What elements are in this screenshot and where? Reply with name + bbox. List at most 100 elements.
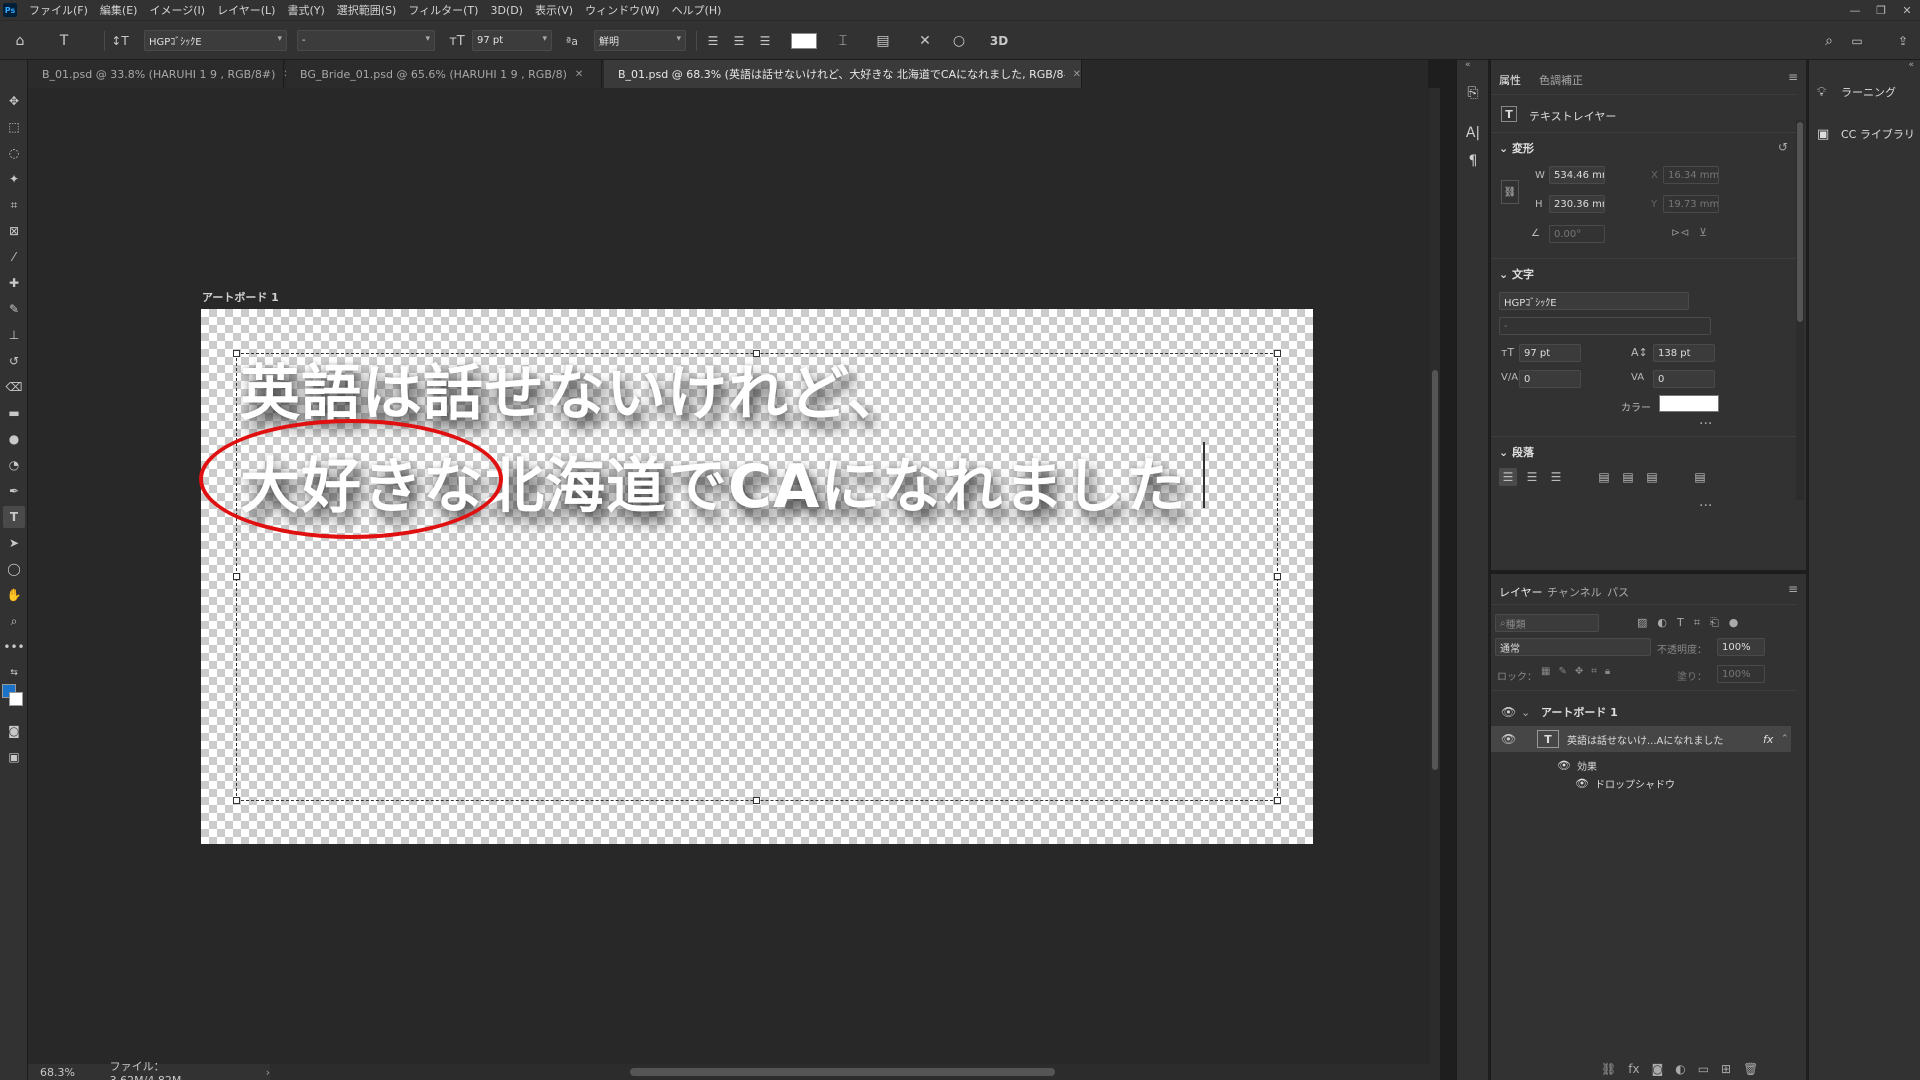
close-tab-icon[interactable]: ✕ xyxy=(1073,69,1081,80)
3d-button[interactable]: 3D xyxy=(986,29,1012,53)
more-options-icon[interactable]: ··· xyxy=(1699,498,1712,514)
filter-toggle-icon[interactable]: ● xyxy=(1729,616,1739,630)
stamp-tool-icon[interactable]: ⊥ xyxy=(3,324,25,346)
search-icon[interactable]: ⌕ xyxy=(1818,29,1840,53)
vertical-scroll-thumb[interactable] xyxy=(1432,370,1438,770)
menu-window[interactable]: ウィンドウ(W) xyxy=(579,2,665,18)
char-kerning-field[interactable]: 0 xyxy=(1519,370,1581,388)
add-mask-icon[interactable]: ◙ xyxy=(1652,1062,1664,1076)
horizontal-scroll-thumb[interactable] xyxy=(630,1068,1055,1076)
transform-handle[interactable] xyxy=(753,797,760,804)
fill-field[interactable]: 100% xyxy=(1717,665,1765,683)
smart-object-filter-icon[interactable]: ⎗ xyxy=(1710,616,1719,630)
artboard-label[interactable]: アートボード 1 xyxy=(202,289,279,305)
lock-all-icon[interactable]: 🔒︎ xyxy=(1605,666,1610,677)
transform-handle[interactable] xyxy=(1274,797,1281,804)
text-bounding-box[interactable] xyxy=(236,353,1278,801)
menu-3d[interactable]: 3D(D) xyxy=(484,4,529,17)
close-tab-icon[interactable]: ✕ xyxy=(575,69,583,80)
new-group-icon[interactable]: ▭ xyxy=(1698,1062,1709,1076)
gradient-tool-icon[interactable]: ▬ xyxy=(3,402,25,424)
character-section-header[interactable]: ⌄ 文字 xyxy=(1499,266,1534,282)
quick-mask-icon[interactable]: ◙ xyxy=(3,720,25,742)
character-panel-icon[interactable]: A| xyxy=(1462,122,1484,144)
char-style-select[interactable]: - xyxy=(1499,317,1711,335)
char-size-field[interactable]: 97 pt xyxy=(1519,344,1581,362)
trash-icon[interactable]: 🗑︎ xyxy=(1743,1062,1758,1076)
properties-scrollbar[interactable] xyxy=(1796,120,1804,500)
collapse-arrows-icon[interactable]: « xyxy=(1465,60,1471,70)
transform-handle[interactable] xyxy=(233,797,240,804)
transform-handle[interactable] xyxy=(753,350,760,357)
height-field[interactable]: 230.36 mm xyxy=(1549,195,1605,213)
eyedropper-tool-icon[interactable]: ⁄ xyxy=(3,246,25,268)
commit-icon[interactable]: ○ xyxy=(948,29,970,53)
menu-edit[interactable]: 編集(E) xyxy=(94,2,144,18)
flip-horizontal-icon[interactable]: ⊳⊲ xyxy=(1671,226,1689,239)
zoom-tool-icon[interactable]: ⌕ xyxy=(3,610,25,632)
history-brush-tool-icon[interactable]: ↺ xyxy=(3,350,25,372)
chevron-up-icon[interactable]: ⌃ xyxy=(1781,734,1789,744)
tab-document-1[interactable]: B_01.psd @ 33.8% (HARUHI 1 9 , RGB/8#)✕ xyxy=(28,60,292,88)
lasso-tool-icon[interactable]: ◌ xyxy=(3,142,25,164)
ellipse-tool-icon[interactable]: ◯ xyxy=(3,558,25,580)
adjustment-filter-icon[interactable]: ◐ xyxy=(1657,616,1667,630)
warp-text-icon[interactable]: ⌶ xyxy=(832,29,854,53)
lock-transparency-icon[interactable]: ▦ xyxy=(1541,666,1550,677)
paragraph-panel-icon[interactable]: ¶ xyxy=(1462,150,1484,172)
crop-tool-icon[interactable]: ⌗ xyxy=(3,194,25,216)
healing-brush-tool-icon[interactable]: ✚ xyxy=(3,272,25,294)
fx-badge[interactable]: fx xyxy=(1763,733,1773,746)
font-size-select[interactable]: 97 pt ▾ xyxy=(472,30,552,51)
tab-adjustments[interactable]: 色調補正 xyxy=(1539,72,1583,88)
minimize-icon[interactable]: — xyxy=(1842,0,1868,20)
para-align-right-icon[interactable]: ☰ xyxy=(1547,468,1565,486)
para-justify-center-icon[interactable]: ▤ xyxy=(1619,468,1637,486)
eraser-tool-icon[interactable]: ⌫ xyxy=(3,376,25,398)
blend-mode-select[interactable]: 通常 xyxy=(1495,638,1651,656)
para-justify-all-icon[interactable]: ▤ xyxy=(1691,468,1709,486)
menu-type[interactable]: 書式(Y) xyxy=(281,2,330,18)
tab-document-2[interactable]: BG_Bride_01.psd @ 65.6% (HARUHI 1 9 , RG… xyxy=(286,60,602,88)
close-window-icon[interactable]: ✕ xyxy=(1894,0,1920,20)
transform-handle[interactable] xyxy=(1274,350,1281,357)
y-field[interactable]: 19.73 mm xyxy=(1663,195,1719,213)
para-align-center-icon[interactable]: ☰ xyxy=(1523,468,1541,486)
frame-tool-icon[interactable]: ⊠ xyxy=(3,220,25,242)
x-field[interactable]: 16.34 mm xyxy=(1663,166,1719,184)
chevron-right-icon[interactable]: › xyxy=(266,1066,270,1079)
para-justify-right-icon[interactable]: ▤ xyxy=(1643,468,1661,486)
zoom-level[interactable]: 68.3% xyxy=(40,1066,100,1079)
background-color-swatch[interactable] xyxy=(9,692,23,706)
visibility-eye-icon[interactable]: 👁︎ xyxy=(1501,705,1516,719)
align-right-icon[interactable]: ☰ xyxy=(754,29,776,53)
antialias-select[interactable]: 鮮明 ▾ xyxy=(594,30,686,51)
layer-filter-select[interactable]: ⌕ 種類 xyxy=(1495,614,1599,632)
panel-menu-icon[interactable]: ≡ xyxy=(1788,70,1798,84)
menu-file[interactable]: ファイル(F) xyxy=(23,2,94,18)
pen-tool-icon[interactable]: ✒ xyxy=(3,480,25,502)
para-justify-left-icon[interactable]: ▤ xyxy=(1595,468,1613,486)
swap-colors-icon[interactable]: ⇆ xyxy=(3,662,25,684)
para-align-left-icon[interactable]: ☰ xyxy=(1499,468,1517,486)
visibility-eye-icon[interactable]: 👁︎ xyxy=(1575,777,1589,790)
menu-filter[interactable]: フィルター(T) xyxy=(402,2,484,18)
menu-help[interactable]: ヘルプ(H) xyxy=(666,2,728,18)
tab-properties[interactable]: 属性 xyxy=(1499,72,1521,88)
toggle-text-orientation-icon[interactable]: ↕T xyxy=(108,29,132,53)
type-tool-preset-icon[interactable]: T xyxy=(52,29,76,53)
tab-paths[interactable]: パス xyxy=(1607,584,1629,600)
visibility-eye-icon[interactable]: 👁︎ xyxy=(1501,732,1516,746)
character-panel-icon[interactable]: ▤ xyxy=(872,29,894,53)
path-selection-tool-icon[interactable]: ➤ xyxy=(3,532,25,554)
collapse-arrows-icon[interactable]: « xyxy=(1908,60,1914,70)
move-tool-icon[interactable]: ✥ xyxy=(3,90,25,112)
magic-wand-tool-icon[interactable]: ✦ xyxy=(3,168,25,190)
more-options-icon[interactable]: ··· xyxy=(1699,416,1712,432)
more-tools-icon[interactable]: ••• xyxy=(3,636,25,658)
screen-mode-icon[interactable]: ▣ xyxy=(3,746,25,768)
marquee-tool-icon[interactable]: ⬚ xyxy=(3,116,25,138)
panel-menu-icon[interactable]: ≡ xyxy=(1788,582,1798,596)
type-tool-icon[interactable]: T xyxy=(3,506,25,528)
menu-layer[interactable]: レイヤー(L) xyxy=(211,2,281,18)
